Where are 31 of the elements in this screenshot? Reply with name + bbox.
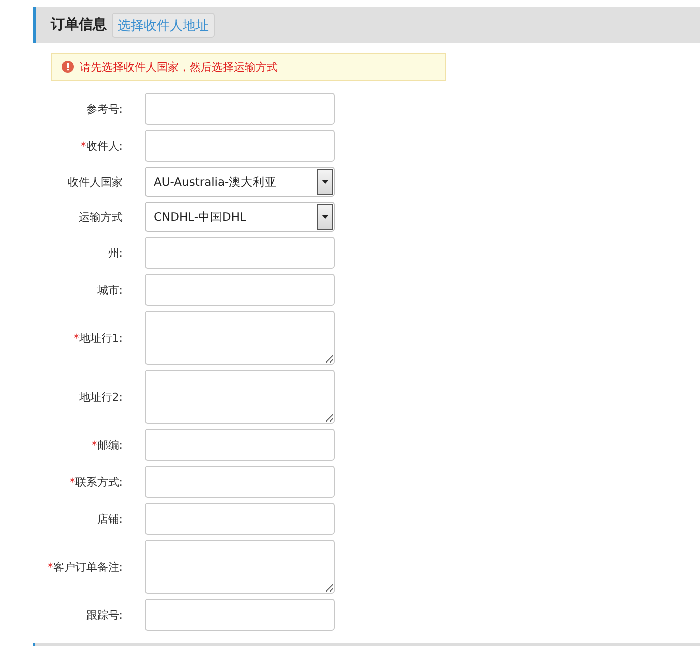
caret-icon	[322, 180, 328, 184]
section-title: 订单信息	[51, 16, 107, 34]
input-field[interactable]	[145, 274, 335, 306]
caret-icon	[322, 215, 328, 219]
form-label: 地址行2:	[78, 390, 123, 404]
input-field[interactable]	[145, 599, 335, 631]
text-area[interactable]	[145, 370, 335, 424]
dropdown[interactable]: CNDHL-中国DHL	[145, 202, 335, 232]
form-label: *客户订单备注:	[46, 560, 123, 574]
form-label: 店铺:	[96, 512, 123, 526]
input-field[interactable]	[145, 429, 335, 461]
dropdown[interactable]: AU-Australia-澳大利亚	[145, 167, 335, 197]
form-label: 运输方式	[78, 210, 123, 224]
form-label: 跟踪号:	[85, 608, 123, 622]
form-label: *地址行1:	[72, 330, 123, 346]
input-field[interactable]	[145, 93, 335, 125]
form-label: *联系方式:	[68, 474, 123, 490]
text-area[interactable]	[145, 311, 335, 365]
form-label: *收件人:	[80, 138, 123, 154]
form-label: *邮编:	[90, 438, 123, 452]
form-label: 城市:	[96, 282, 123, 298]
text-area[interactable]	[145, 540, 335, 594]
alert-message: 请先选择收件人国家，然后选择运输方式	[80, 60, 278, 74]
input-field[interactable]	[145, 466, 335, 498]
input-field[interactable]	[145, 130, 335, 162]
warning-icon	[62, 61, 74, 73]
input-field[interactable]	[145, 237, 335, 269]
input-field[interactable]	[145, 503, 335, 535]
form-label: 收件人国家	[67, 174, 123, 190]
form-label: 州:	[107, 246, 123, 260]
form-label: 参考号:	[85, 102, 123, 116]
